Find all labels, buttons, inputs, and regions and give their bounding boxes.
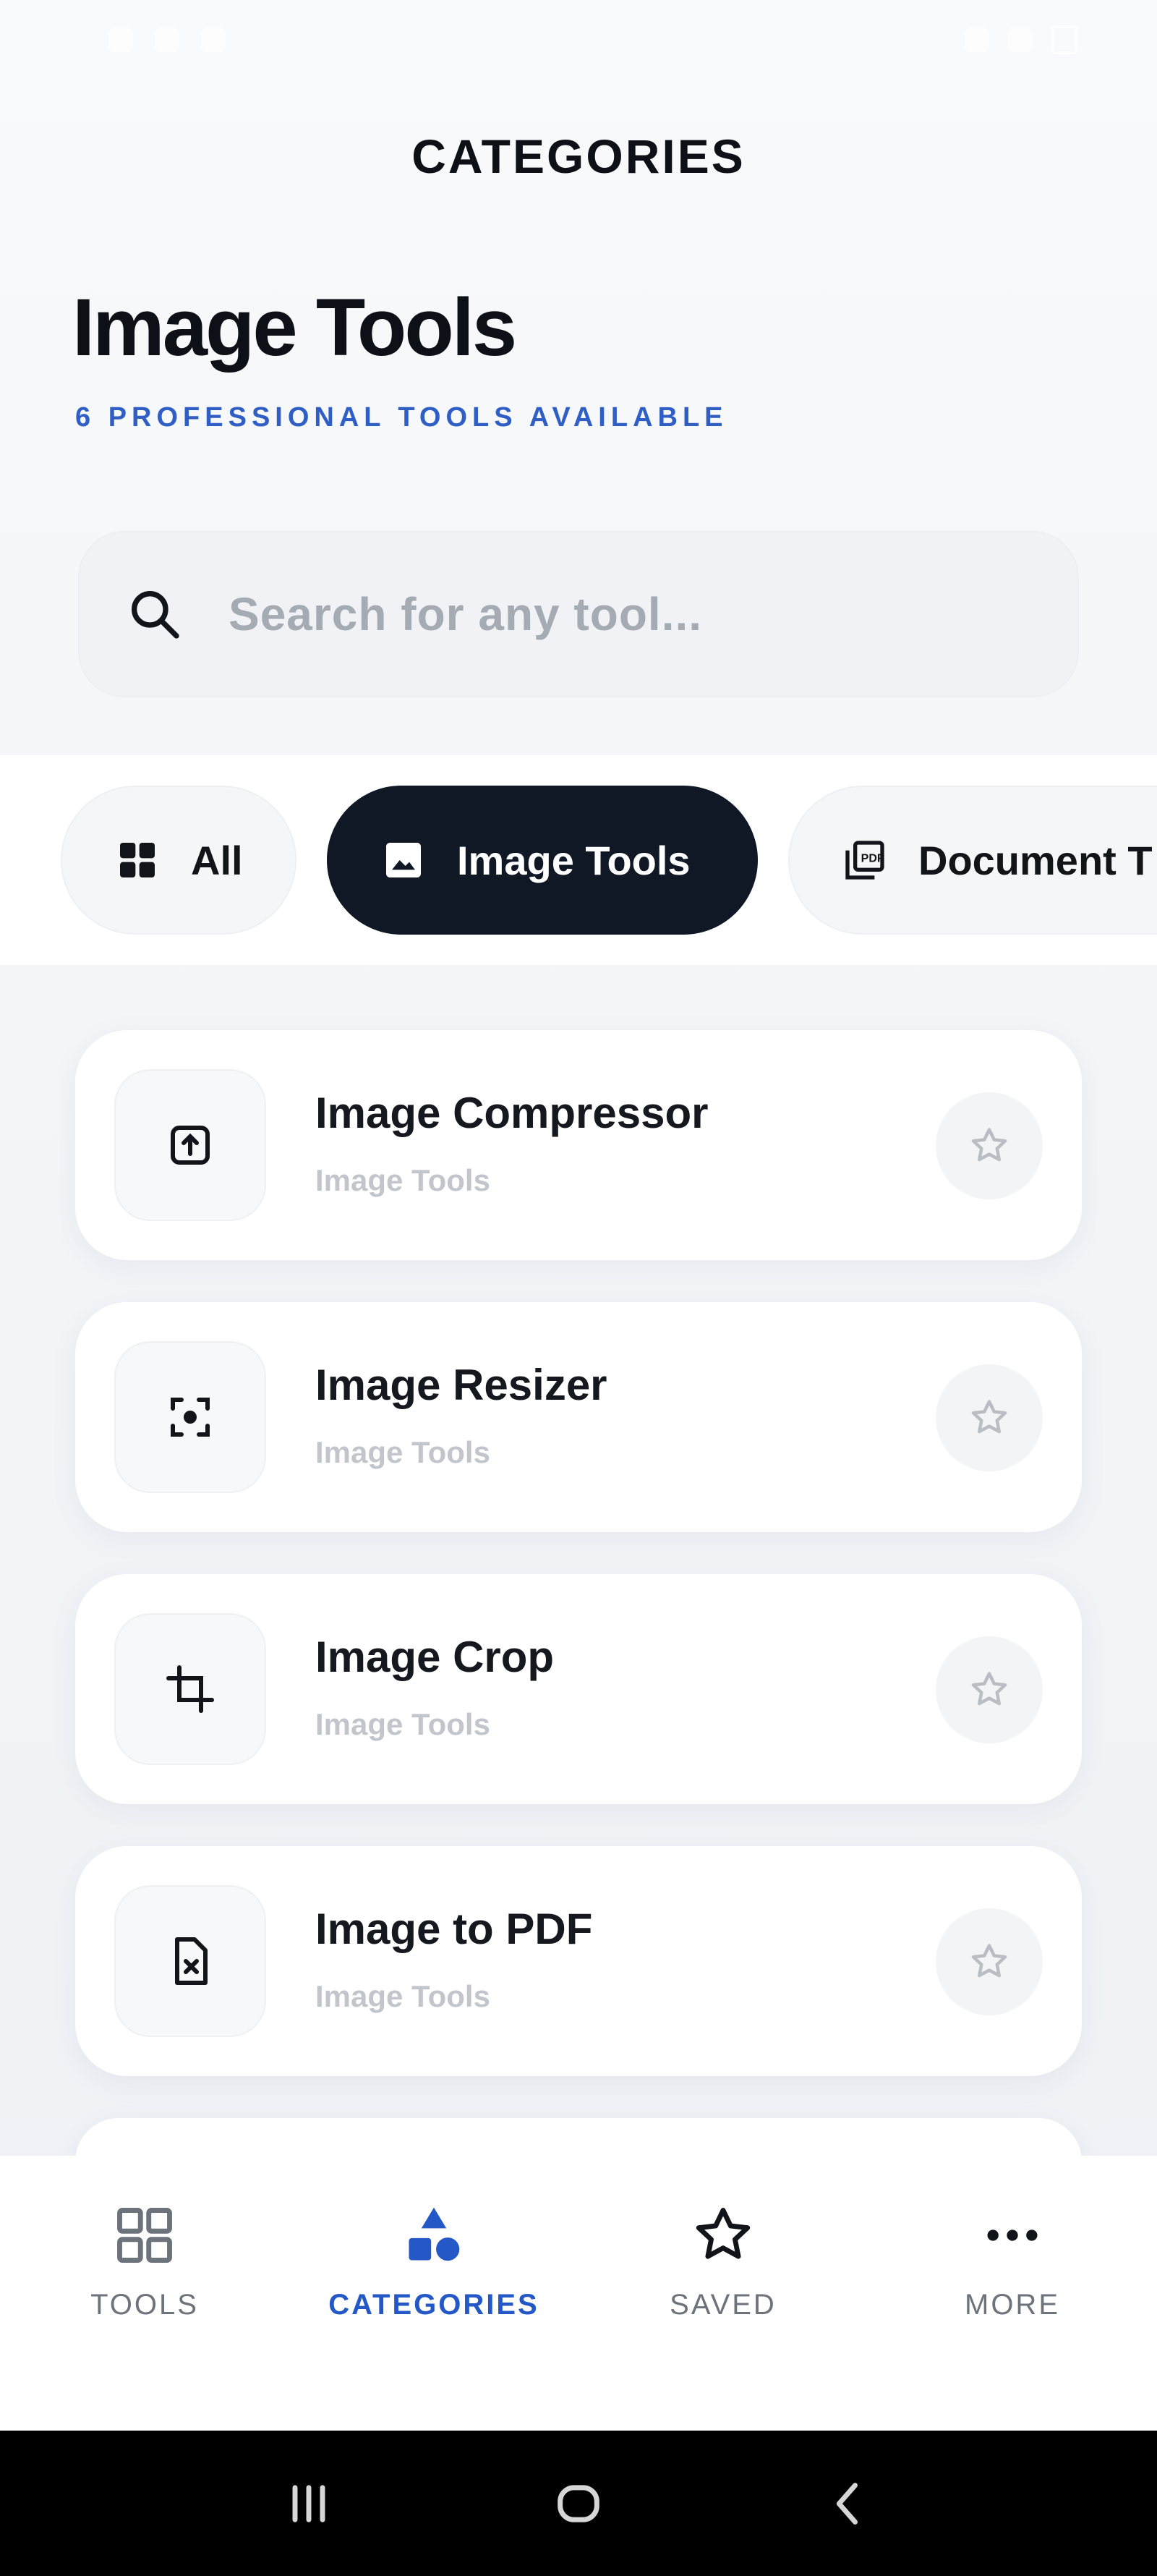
status-bar [0,0,1157,80]
chip-all[interactable]: All [61,786,296,935]
star-outline-icon [971,1944,1007,1978]
nav-categories[interactable]: CATEGORIES [289,2156,578,2431]
screen-title: CATEGORIES [411,129,746,183]
chip-label: Document T [918,837,1153,883]
tool-icon-box [114,1885,266,2037]
search-bar[interactable] [78,531,1079,697]
star-outline-icon [971,1672,1007,1706]
tool-card-image-compressor[interactable]: Image Compressor Image Tools [75,1030,1082,1260]
tool-name: Image Crop [315,1633,555,1681]
star-outline-icon [971,1128,1007,1162]
chip-image-tools[interactable]: Image Tools [327,786,758,935]
message-icon [155,27,179,52]
tool-name: Image Compressor [315,1089,709,1137]
nav-label: TOOLS [90,2289,199,2321]
tool-category: Image Tools [315,1435,490,1469]
back-icon[interactable] [821,2476,876,2531]
favorite-button[interactable] [936,1364,1043,1471]
crop-icon [166,1665,214,1713]
wifi-icon [965,27,989,52]
search-input[interactable] [229,532,1077,696]
tool-icon-box [114,1613,266,1765]
category-title: Image Tools [72,282,517,373]
nav-saved[interactable]: SAVED [578,2156,868,2431]
app-screen: CATEGORIES Image Tools 6 PROFESSIONAL TO… [0,0,1157,2576]
system-navigation-bar [0,2431,1157,2576]
signal-icon [1008,27,1033,52]
recent-apps-icon[interactable] [281,2476,336,2531]
search-icon [132,591,179,639]
chip-label: Image Tools [457,837,691,883]
document-icon: PDF [845,841,884,880]
grid-icon [120,843,155,877]
notification-icon [108,27,133,52]
favorite-button[interactable] [936,1908,1043,2015]
status-right [965,25,1077,54]
image-icon [386,843,421,877]
tool-icon-box [114,1069,266,1221]
nav-label: MORE [965,2289,1060,2321]
app-icon [201,27,226,52]
bottom-navigation: TOOLS CATEGORIES SAVED MORE [0,2156,1157,2431]
tool-category: Image Tools [315,1163,490,1197]
svg-text:PDF: PDF [861,853,884,865]
status-left [108,27,226,52]
battery-icon [1051,25,1077,54]
tool-card-image-to-pdf[interactable]: Image to PDF Image Tools [75,1846,1082,2076]
tool-category: Image Tools [315,1707,490,1741]
favorite-button[interactable] [936,1636,1043,1743]
nav-more[interactable]: MORE [868,2156,1157,2431]
nav-tools[interactable]: TOOLS [0,2156,289,2431]
tool-name: Image to PDF [315,1905,593,1953]
chip-document-tools[interactable]: PDF Document T [788,786,1157,935]
tool-category: Image Tools [315,1979,490,2013]
nav-label: SAVED [670,2289,777,2321]
favorite-button[interactable] [936,1092,1043,1199]
shapes-icon [409,2207,460,2261]
nav-label: CATEGORIES [328,2289,539,2321]
home-icon[interactable] [551,2476,606,2531]
compress-icon [171,1126,210,1165]
grid-outline-icon [117,2208,172,2263]
star-outline-icon [696,2208,751,2259]
tool-list: Image Compressor Image Tools Image Resiz… [75,1030,1082,2247]
resize-icon [171,1398,210,1437]
tool-card-image-resizer[interactable]: Image Resizer Image Tools [75,1302,1082,1532]
chip-label: All [191,837,243,883]
tool-card-image-crop[interactable]: Image Crop Image Tools [75,1574,1082,1804]
more-dots-icon [987,2229,1038,2241]
tool-name: Image Resizer [315,1361,607,1409]
star-outline-icon [971,1400,1007,1434]
tool-icon-box [114,1341,266,1493]
category-chip-strip[interactable]: All Image Tools PDF Document T [0,755,1157,965]
pdf-file-icon [175,1937,208,1985]
tool-count-subtitle: 6 PROFESSIONAL TOOLS AVAILABLE [75,402,728,433]
